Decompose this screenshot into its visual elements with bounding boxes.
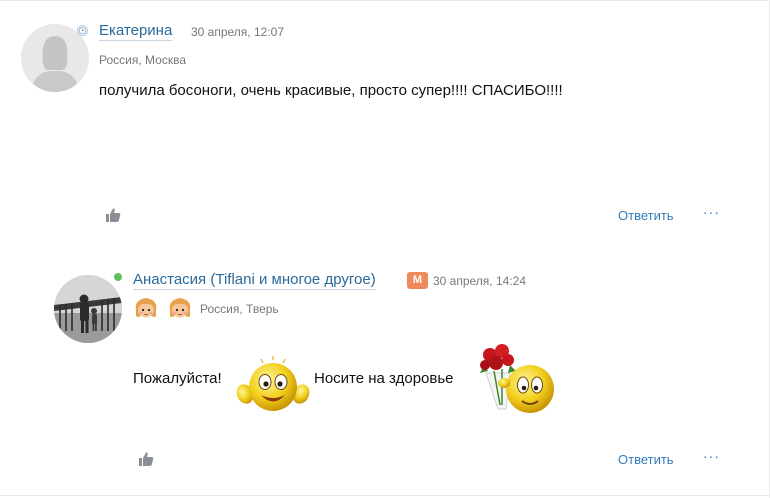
girl-emoji-icon (135, 298, 157, 318)
moderator-badge: М (407, 272, 428, 289)
comment-text-part1: Пожалуйста! (133, 370, 222, 387)
comment-text: получила босоноги, очень красивые, прост… (99, 82, 563, 99)
user-avatar[interactable] (54, 275, 122, 343)
thumbs-up-icon[interactable] (104, 206, 122, 224)
reply-button[interactable]: Ответить (618, 452, 674, 467)
top-divider (0, 0, 770, 1)
comment-location: Россия, Тверь (200, 302, 279, 316)
comment-text-part2: Носите на здоровье (314, 370, 454, 387)
comment-date: 30 апреля, 14:24 (433, 274, 526, 288)
thumbs-up-icon[interactable] (137, 450, 155, 468)
reply-button[interactable]: Ответить (618, 208, 674, 223)
comment-author-link[interactable]: Екатерина (99, 22, 173, 41)
more-options-button[interactable]: ··· (703, 204, 720, 220)
comment-date: 30 апреля, 12:07 (191, 25, 284, 39)
bottom-divider (0, 495, 770, 496)
more-options-button[interactable]: ··· (703, 448, 720, 464)
smiley-with-roses-icon (480, 344, 554, 413)
girl-emoji-icon (169, 298, 191, 318)
clock-icon (77, 25, 88, 36)
happy-smiley-icon (236, 356, 310, 411)
comment-author-link[interactable]: Анастасия (Tiflani и многое другое) (133, 271, 376, 290)
comment-location: Россия, Москва (99, 53, 186, 67)
online-status-indicator (114, 273, 122, 281)
user-photo (54, 275, 122, 343)
